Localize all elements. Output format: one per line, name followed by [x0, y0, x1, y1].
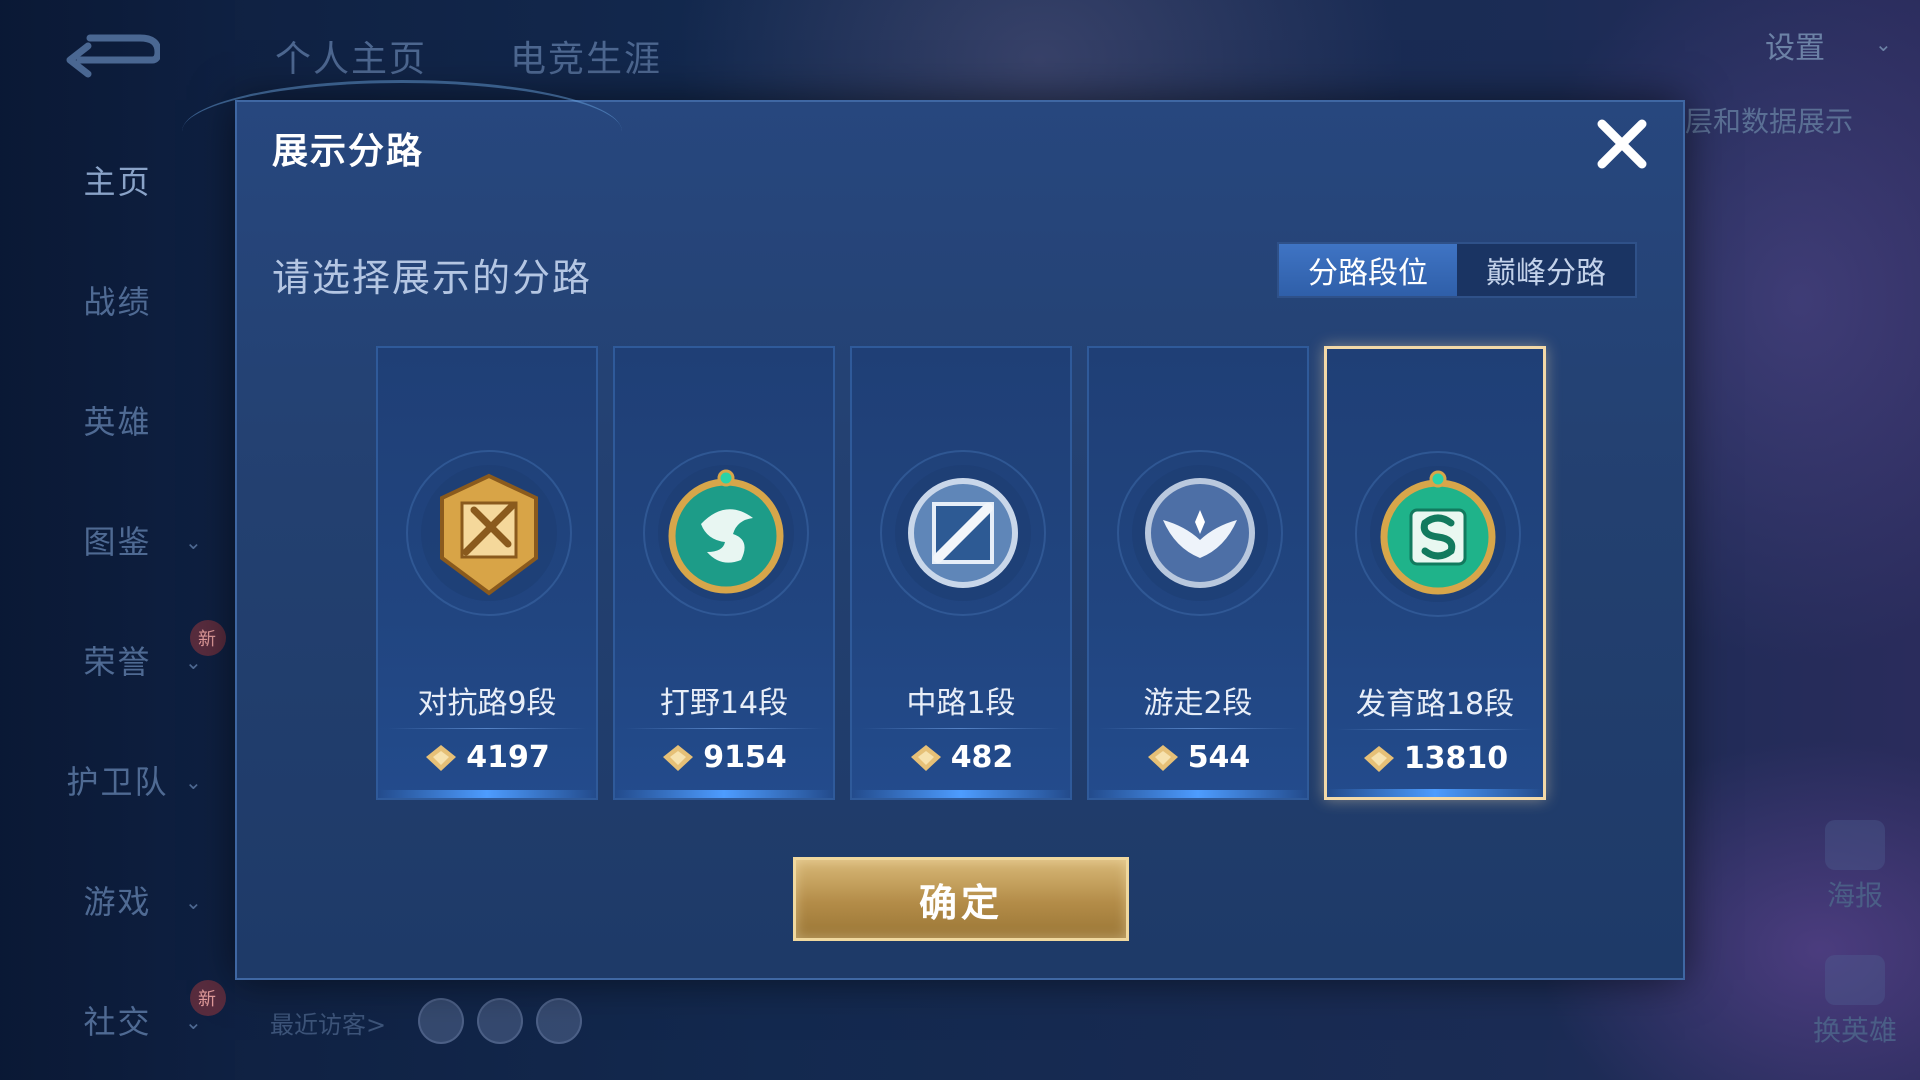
divider	[1099, 728, 1297, 729]
score-crest-icon	[1363, 745, 1394, 772]
poster-button[interactable]: 海报	[1795, 820, 1915, 914]
poster-label: 海报	[1826, 879, 1883, 912]
sidebar-item-squad[interactable]: 护卫队 ⌄	[0, 750, 235, 810]
card-bottom-glow	[852, 790, 1070, 798]
sidebar-item-label: 战绩	[83, 283, 152, 321]
lane-rank-label: 对抗路9段	[417, 686, 557, 721]
card-bottom-glow	[378, 790, 596, 798]
score-row: 544	[1089, 740, 1307, 775]
tab-profile[interactable]: 个人主页	[275, 30, 427, 82]
tab-lane-rank[interactable]: 分路段位	[1279, 244, 1457, 296]
card-bottom-glow	[615, 790, 833, 798]
score-row: 13810	[1327, 741, 1543, 776]
score-crest-icon	[910, 744, 941, 771]
lane-card-roam[interactable]: 游走2段 544	[1087, 346, 1309, 800]
settings-label: 设置	[1765, 31, 1825, 66]
score-crest-icon	[426, 744, 457, 771]
divider	[625, 728, 823, 729]
lane-rank-label: 打野14段	[659, 686, 789, 721]
roam-wings-emblem-icon	[1117, 450, 1283, 616]
chevron-down-icon: ⌄	[185, 530, 204, 554]
background-hint-text: 层和数据展示	[1685, 105, 1854, 138]
lane-rank-label: 发育路18段	[1355, 687, 1515, 722]
avatar[interactable]	[418, 998, 464, 1044]
tab-peak-lane[interactable]: 巅峰分路	[1457, 244, 1635, 296]
divider	[862, 728, 1060, 729]
dialog-title: 展示分路	[272, 131, 425, 172]
score-row: 9154	[615, 740, 833, 775]
lane-score: 482	[950, 740, 1014, 775]
lane-score: 13810	[1403, 741, 1509, 776]
farm-lane-emblem-icon	[1355, 451, 1521, 617]
lane-card-top[interactable]: 对抗路9段 4197	[376, 346, 598, 800]
lane-card-farm[interactable]: 发育路18段 13810	[1324, 346, 1546, 800]
sidebar-item-game[interactable]: 游戏 ⌄	[0, 870, 235, 930]
divider	[388, 728, 586, 729]
divider	[1337, 729, 1533, 730]
switch-hero-label: 换英雄	[1812, 1014, 1897, 1047]
switch-hero-icon	[1825, 955, 1885, 1005]
lane-mode-toggle: 分路段位 巅峰分路	[1277, 242, 1637, 298]
avatar[interactable]	[477, 998, 523, 1044]
top-lane-emblem-icon	[406, 450, 572, 616]
score-row: 4197	[378, 740, 596, 775]
lane-score: 9154	[703, 740, 787, 775]
lane-score: 544	[1187, 740, 1251, 775]
sidebar-item-label: 主页	[83, 163, 152, 201]
sidebar-item-label: 游戏	[83, 883, 152, 921]
lane-card-mid[interactable]: 中路1段 482	[850, 346, 1072, 800]
mid-lane-emblem-icon	[880, 450, 1046, 616]
lane-rank-label: 中路1段	[906, 686, 1016, 721]
card-bottom-glow	[1089, 790, 1307, 798]
sidebar-item-label: 英雄	[83, 403, 152, 441]
lane-card-jungle[interactable]: 打野14段 9154	[613, 346, 835, 800]
sidebar-item-label: 护卫队	[66, 763, 169, 801]
sidebar-item-heroes[interactable]: 英雄	[0, 390, 235, 450]
sidebar-item-social[interactable]: 社交新 ⌄	[0, 980, 235, 1050]
switch-hero-button[interactable]: 换英雄	[1795, 955, 1915, 1049]
chevron-down-icon: ⌄	[185, 650, 204, 674]
score-crest-icon	[1147, 744, 1178, 771]
recent-visitors-label[interactable]: 最近访客>	[270, 1005, 386, 1040]
chevron-down-icon: ⌄	[185, 1010, 204, 1034]
poster-icon	[1825, 820, 1885, 870]
back-arrow-icon[interactable]	[60, 30, 160, 80]
chevron-down-icon: ⌄	[1875, 32, 1892, 56]
sidebar-item-honor[interactable]: 荣誉新 ⌄	[0, 620, 235, 690]
sidebar-item-label: 图鉴	[83, 523, 152, 561]
tab-esports-career[interactable]: 电竞生涯	[510, 30, 662, 82]
avatar[interactable]	[536, 998, 582, 1044]
card-bottom-glow	[1327, 789, 1543, 797]
chevron-down-icon: ⌄	[185, 770, 204, 794]
chevron-down-icon: ⌄	[185, 890, 204, 914]
lane-rank-label: 游走2段	[1143, 686, 1253, 721]
score-row: 482	[852, 740, 1070, 775]
sidebar-item-codex[interactable]: 图鉴 ⌄	[0, 510, 235, 570]
confirm-button[interactable]: 确定	[793, 857, 1129, 941]
close-icon[interactable]	[1592, 114, 1652, 174]
dialog-prompt: 请选择展示的分路	[272, 256, 593, 300]
settings-button[interactable]: 设置 ⌄	[1725, 20, 1905, 70]
sidebar-item-label: 荣誉	[83, 643, 152, 681]
lane-score: 4197	[466, 740, 550, 775]
lane-display-dialog: 展示分路 请选择展示的分路 分路段位 巅峰分路 对抗路9段 4197 打野14段…	[182, 80, 1685, 980]
sidebar-item-label: 社交	[83, 1003, 152, 1041]
jungle-dragon-emblem-icon	[643, 450, 809, 616]
score-crest-icon	[663, 744, 694, 771]
sidebar-item-record[interactable]: 战绩	[0, 270, 235, 330]
lane-cards: 对抗路9段 4197 打野14段 9154 中路1段 482 游走2段 544 …	[376, 346, 1546, 800]
